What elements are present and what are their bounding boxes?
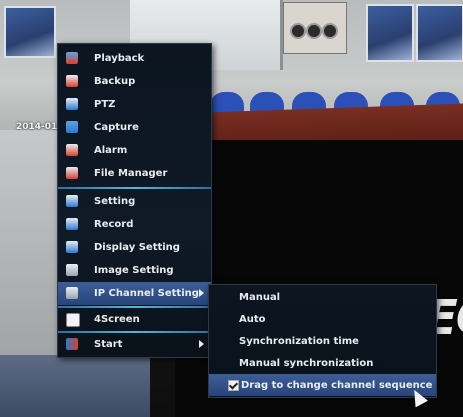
ip-channel-icon <box>66 287 78 299</box>
menu-item-label: Record <box>94 219 134 230</box>
menu-item-image-setting[interactable]: Image Setting <box>58 259 211 282</box>
menu-item-alarm[interactable]: Alarm <box>58 139 211 162</box>
ptz-icon <box>66 98 78 110</box>
menu-item-4screen[interactable]: 4Screen <box>58 308 211 331</box>
submenu-arrow-icon <box>199 289 204 297</box>
menu-item-playback[interactable]: Playback <box>58 47 211 70</box>
submenu-item-synchronization-time[interactable]: Synchronization time <box>209 330 436 352</box>
file-manager-icon <box>66 167 78 179</box>
menu-item-ip-channel-setting[interactable]: IP Channel Setting <box>58 282 211 305</box>
menu-item-label: IP Channel Setting <box>94 288 199 299</box>
wall-poster-far-right <box>416 4 463 62</box>
menu-item-label: Playback <box>94 53 145 64</box>
setting-icon <box>66 195 78 207</box>
menu-item-label: PTZ <box>94 99 116 110</box>
submenu-item-drag-channel-sequence[interactable]: Drag to change channel sequence <box>209 374 436 396</box>
camera-feed-bottom-left <box>0 355 150 417</box>
menu-item-record[interactable]: Record <box>58 213 211 236</box>
menu-item-label: Setting <box>94 196 136 207</box>
menu-item-capture[interactable]: Capture <box>58 116 211 139</box>
ip-channel-submenu: Manual Auto Synchronization time Manual … <box>208 284 437 398</box>
alarm-icon <box>66 144 78 156</box>
submenu-item-label: Synchronization time <box>239 335 359 347</box>
submenu-item-manual[interactable]: Manual <box>209 286 436 308</box>
menu-item-label: Display Setting <box>94 242 180 253</box>
record-icon <box>66 218 78 230</box>
menu-item-label: Alarm <box>94 145 128 156</box>
submenu-item-label: Manual synchronization <box>239 357 374 369</box>
menu-separator <box>58 187 211 189</box>
menu-item-label: 4Screen <box>94 314 140 325</box>
capture-icon <box>66 121 78 133</box>
start-icon <box>66 338 78 350</box>
menu-item-label: Capture <box>94 122 139 133</box>
submenu-item-auto[interactable]: Auto <box>209 308 436 330</box>
wall-poster-right <box>366 4 414 62</box>
menu-item-backup[interactable]: Backup <box>58 70 211 93</box>
menu-item-start[interactable]: Start <box>58 333 211 356</box>
menu-item-label: Image Setting <box>94 265 174 276</box>
menu-item-label: Start <box>94 339 123 350</box>
drag-sequence-checkbox[interactable] <box>228 380 239 391</box>
backup-icon <box>66 75 78 87</box>
submenu-item-label: Auto <box>239 313 266 325</box>
main-context-menu: Playback Backup PTZ Capture Alarm File M… <box>57 43 212 358</box>
submenu-item-label: Manual <box>239 291 281 303</box>
wall-poster-left <box>4 6 56 58</box>
submenu-item-manual-synchronization[interactable]: Manual synchronization <box>209 352 436 374</box>
wall-device-board <box>283 2 347 54</box>
playback-icon <box>66 52 78 64</box>
dvr-screen: EC 2014-01-0 Playback Backup PTZ Capture… <box>0 0 463 417</box>
submenu-arrow-icon <box>199 340 204 348</box>
menu-item-file-manager[interactable]: File Manager <box>58 162 211 185</box>
display-setting-icon <box>66 241 78 253</box>
menu-item-label: File Manager <box>94 168 168 179</box>
menu-item-display-setting[interactable]: Display Setting <box>58 236 211 259</box>
four-screen-icon <box>66 313 80 327</box>
menu-item-label: Backup <box>94 76 136 87</box>
camera-feed-left-panel <box>0 130 58 370</box>
submenu-item-label: Drag to change channel sequence <box>241 379 433 391</box>
image-setting-icon <box>66 264 78 276</box>
menu-item-ptz[interactable]: PTZ <box>58 93 211 116</box>
menu-item-setting[interactable]: Setting <box>58 190 211 213</box>
